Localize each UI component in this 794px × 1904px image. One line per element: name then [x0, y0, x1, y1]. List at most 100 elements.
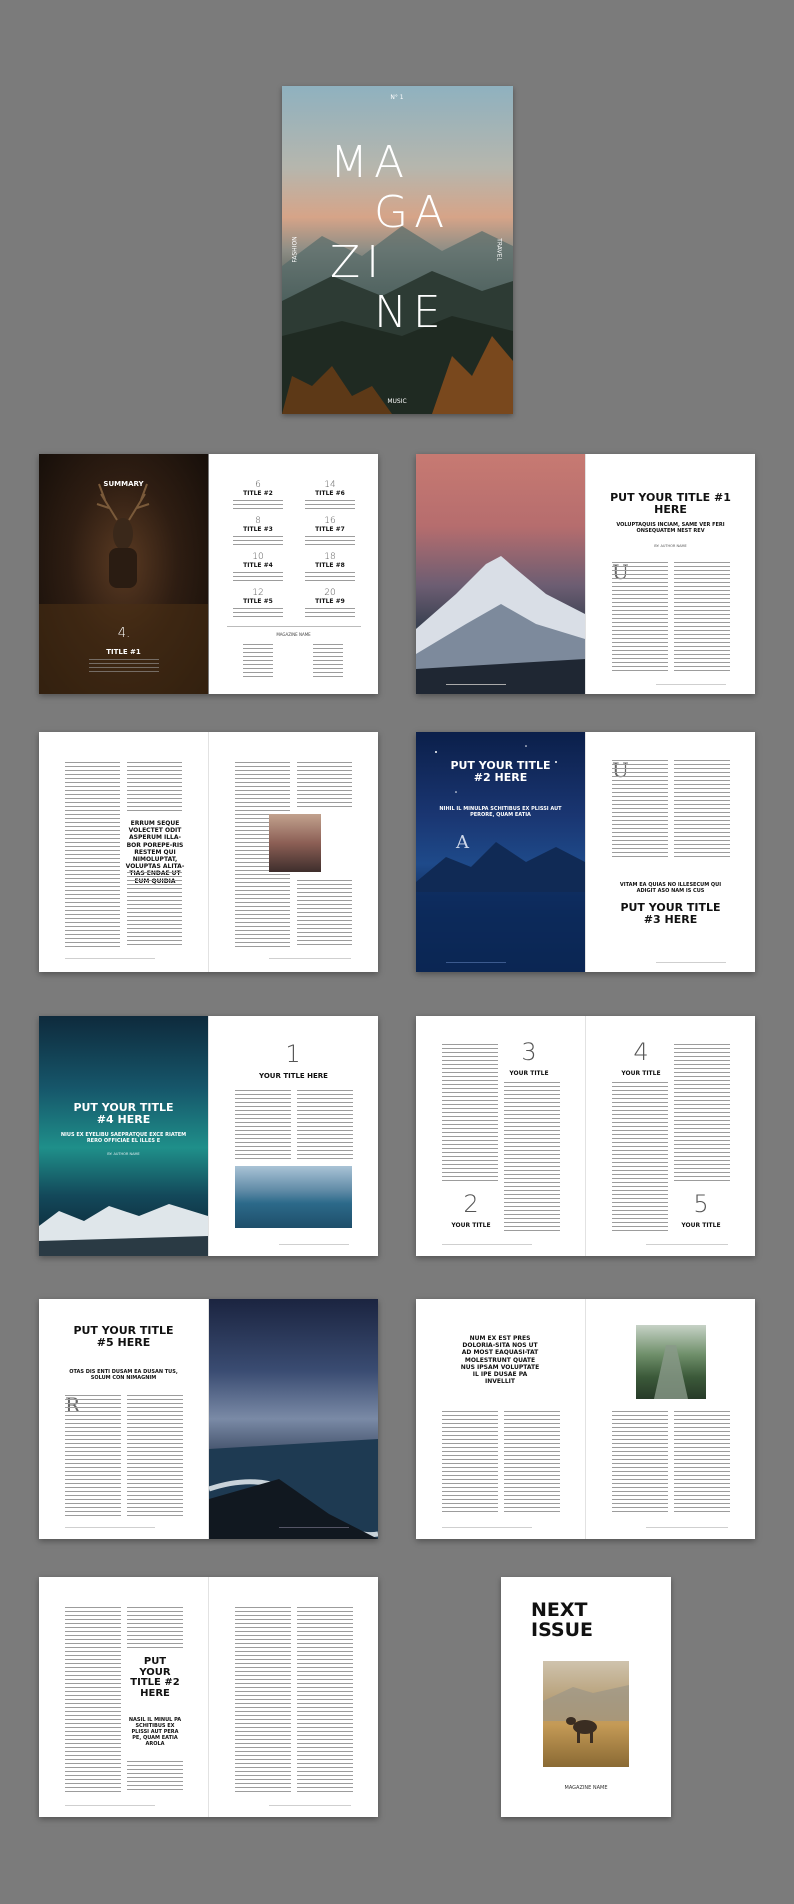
summary-divider: [227, 626, 361, 627]
title2-subtitle: NIHIL IL MINULPA SCHITIBUS EX PLISSI AUT…: [439, 806, 562, 819]
summary-entry[interactable]: 20 TITLE #9: [295, 588, 365, 618]
summary-entry-title: TITLE #5: [243, 598, 273, 605]
milky-way-beach-image: [209, 1439, 378, 1539]
body-column: [235, 1607, 291, 1793]
spread-fold: [208, 1577, 209, 1817]
title1-byline: BY: AUTHOR NAME: [654, 544, 687, 548]
summary-entry[interactable]: 18 TITLE #8: [295, 552, 365, 582]
summary-featured-number: 4.: [117, 626, 131, 641]
title1-right-page: PUT YOUR TITLE #1 HERE VOLUPTAQUIS INCIA…: [586, 454, 755, 694]
bridge-photo: [636, 1325, 706, 1399]
summary-featured-excerpt: [89, 659, 159, 673]
section-number: 1: [285, 1040, 301, 1068]
summary-featured-title: TITLE #1: [106, 648, 141, 656]
cover-title-line: NE: [374, 287, 447, 338]
title5-right-page: [209, 1299, 378, 1539]
summary-entry[interactable]: 16 TITLE #7: [295, 516, 365, 546]
summary-right-page: 6 TITLE #2 14 TITLE #6 8 TITLE #3 16 TIT…: [209, 454, 378, 694]
summary-entry-excerpt: [305, 535, 355, 546]
body-column: [674, 1411, 730, 1515]
summary-entry-excerpt: [233, 499, 283, 510]
title5-spread[interactable]: PUT YOUR TITLE #5 HERE OTAS DIS ENTI DUS…: [39, 1299, 378, 1539]
horse-image: [543, 1685, 629, 1743]
summary-entry-number: 14: [324, 480, 336, 490]
body-column: [127, 1761, 183, 1793]
page-footer: [646, 1244, 728, 1245]
summary-footer-label: MAGAZINE NAME: [276, 632, 311, 637]
title1-left-page: [416, 454, 585, 694]
numbers-right-page: 4 YOUR TITLE 5 YOUR TITLE: [586, 1016, 755, 1256]
page-footer: [65, 1527, 155, 1528]
spread-fold: [208, 1299, 209, 1539]
inline-photo: [269, 814, 321, 872]
magazine-cover[interactable]: N° 1 MA GA ZI NE FASHION TRAVEL MUSIC: [282, 86, 513, 414]
quote-right-page: [209, 732, 378, 972]
page-footer: [65, 1805, 155, 1806]
summary-entry-excerpt: [305, 571, 355, 582]
summary-entry[interactable]: 6 TITLE #2: [223, 480, 293, 510]
title5-subtitle: OTAS DIS ENTI DUSAM EA DUSAN TUS, SOLUM …: [69, 1369, 178, 1382]
deer-image: [39, 483, 208, 694]
spread-fold: [585, 454, 586, 694]
summary-entry-title: TITLE #8: [315, 562, 345, 569]
spread-fold: [208, 1016, 209, 1256]
body-column: [65, 1395, 121, 1517]
summary-left-page: SUMMARY 4. TITLE #1: [39, 454, 208, 694]
bridge-spread[interactable]: NUM EX EST PRES DOLORIA-SITA NOS UT AD M…: [416, 1299, 755, 1539]
summary-spread[interactable]: SUMMARY 4. TITLE #1 6 TITLE #2 14 TITLE …: [39, 454, 378, 694]
section-number: 5: [693, 1190, 709, 1218]
spread-fold: [585, 732, 586, 972]
cover-title-line: ZI: [330, 237, 386, 288]
spread-fold: [585, 1016, 586, 1256]
next-issue-page[interactable]: NEXT ISSUE MAGAZINE NAME: [501, 1577, 671, 1817]
summary-entry-title: TITLE #7: [315, 526, 345, 533]
quote-spread[interactable]: ERRUM SEQUE VOLECTET ODIT ASPERUM ILLA-B…: [39, 732, 378, 972]
cover-side-right: TRAVEL: [495, 238, 503, 261]
page-footer: [446, 684, 506, 685]
summary-entry[interactable]: 12 TITLE #5: [223, 588, 293, 618]
cover-bottom-label: MUSIC: [387, 398, 407, 405]
cover-side-left: FASHION: [291, 236, 299, 263]
page-footer: [269, 958, 351, 959]
summary-credits-left: [243, 644, 273, 678]
section-number: 4: [633, 1038, 649, 1066]
page-footer: [279, 1527, 349, 1528]
title2-spread[interactable]: PUT YOUR TITLE #2 HERE NIHIL IL MINULPA …: [416, 732, 755, 972]
numbers-spread[interactable]: 3 YOUR TITLE 2 YOUR TITLE 4 YOUR TITLE 5…: [416, 1016, 755, 1256]
body-column: [235, 1090, 291, 1160]
last-article-spread[interactable]: PUT YOUR TITLE #2 HERE NASIL IL MINUL PA…: [39, 1577, 378, 1817]
bridge-right-page: [586, 1299, 755, 1539]
body-column: [612, 1082, 668, 1232]
last-right-page: [209, 1577, 378, 1817]
title1-spread[interactable]: PUT YOUR TITLE #1 HERE VOLUPTAQUIS INCIA…: [416, 454, 755, 694]
title2-dropcap-left: A: [456, 832, 469, 853]
summary-entry-excerpt: [305, 499, 355, 510]
page-footer: [65, 958, 155, 959]
body-column: [297, 762, 352, 808]
summary-entry[interactable]: 10 TITLE #4: [223, 552, 293, 582]
spread-fold: [585, 1299, 586, 1539]
title4-subtitle: NIUS EX EYELIBU SAEPRATQUE EXCE RIATEM R…: [60, 1132, 187, 1145]
title4-left-page: PUT YOUR TITLE #4 HERE NIUS EX EYELIBU S…: [39, 1016, 208, 1256]
body-column: [127, 1607, 183, 1651]
title1-body-col-right: [674, 562, 730, 672]
bridge-path: [654, 1345, 688, 1399]
title4-byline: BY: AUTHOR NAME: [107, 1152, 140, 1156]
section-title: YOUR TITLE HERE: [259, 1072, 328, 1080]
lake-photo: [235, 1166, 352, 1228]
title2-heading: PUT YOUR TITLE #2 HERE: [450, 759, 551, 784]
summary-entry[interactable]: 8 TITLE #3: [223, 516, 293, 546]
cover-title-line: GA: [374, 187, 451, 238]
page-footer: [446, 962, 506, 963]
page-footer: [656, 684, 726, 685]
summary-entry[interactable]: 14 TITLE #6: [295, 480, 365, 510]
quote-left-page: ERRUM SEQUE VOLECTET ODIT ASPERUM ILLA-B…: [39, 732, 208, 972]
summary-entry-excerpt: [233, 571, 283, 582]
summary-entry-number: 12: [252, 588, 264, 598]
page-footer: [656, 962, 726, 963]
body-column: [297, 880, 352, 948]
title4-spread[interactable]: PUT YOUR TITLE #4 HERE NIUS EX EYELIBU S…: [39, 1016, 378, 1256]
summary-entry-title: TITLE #3: [243, 526, 273, 533]
summary-entry-number: 8: [255, 516, 261, 526]
section-number: 2: [463, 1190, 479, 1218]
